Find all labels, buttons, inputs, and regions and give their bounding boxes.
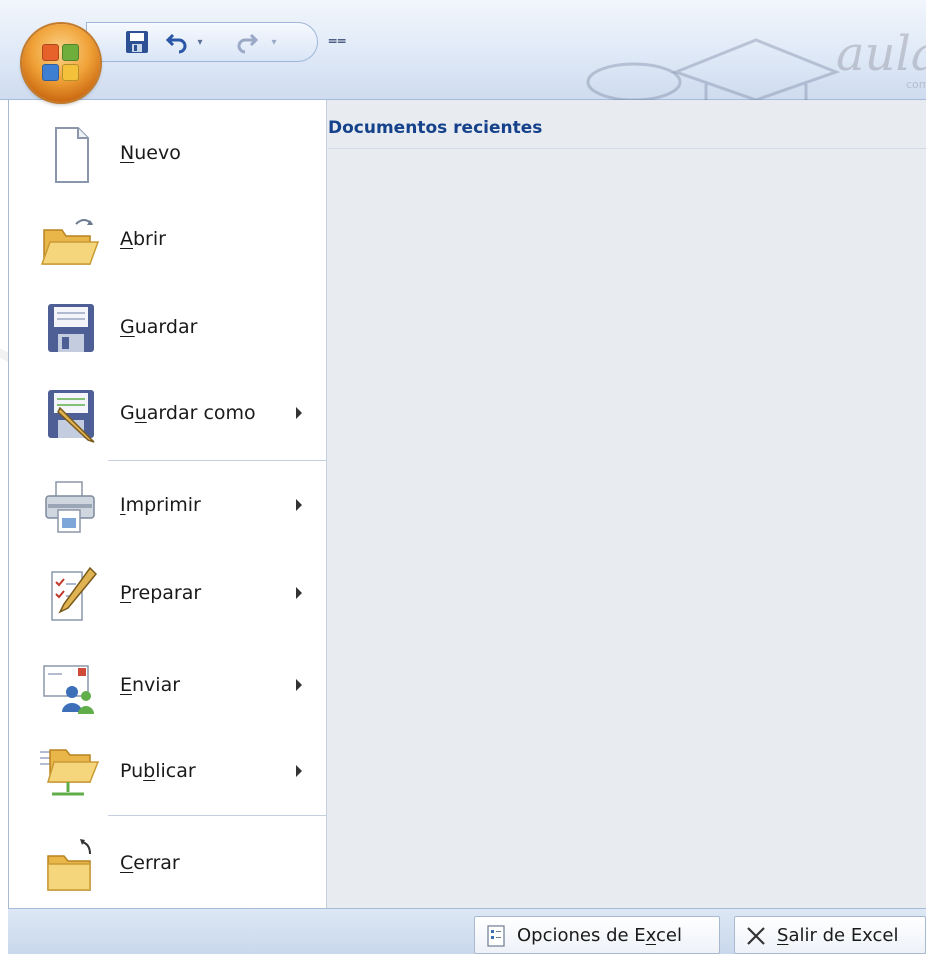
menu-item-preparar[interactable]: Preparar [8,550,326,636]
close-x-icon [747,927,765,945]
close-folder-icon [47,839,91,891]
menu-item-enviar[interactable]: Enviar [8,642,326,728]
customize-qat-button[interactable]: ⩵ [328,30,346,50]
prepare-document-icon [51,566,98,621]
menu-label-preparar: Preparar [120,582,202,604]
menu-item-guardar-como[interactable]: Guardar como [8,370,326,456]
exit-excel-button[interactable]: Salir de Excel [734,916,926,954]
redo-icon [237,33,259,54]
submenu-arrow-icon [296,765,302,777]
open-folder-icon [40,219,100,265]
send-envelope-people-icon [43,665,94,714]
undo-icon [165,33,187,54]
qat-undo-button[interactable] [162,29,192,55]
save-icon [126,31,148,53]
menu-item-abrir[interactable]: Abrir [8,196,326,282]
submenu-arrow-icon [296,407,302,419]
new-document-icon [55,127,89,183]
submenu-arrow-icon [296,499,302,511]
menu-label-imprimir: Imprimir [120,494,201,516]
excel-options-button[interactable]: Opciones de Excel [474,916,720,954]
submenu-arrow-icon [296,587,302,599]
menu-separator [108,815,326,816]
menu-item-cerrar[interactable]: Cerrar [8,820,326,906]
excel-options-label: Opciones de Excel [517,924,683,946]
menu-label-cerrar: Cerrar [120,852,180,874]
menu-item-publicar[interactable]: Publicar [8,728,326,814]
menu-separator [108,460,326,461]
menu-label-publicar: Publicar [120,760,196,782]
qat-redo-button[interactable] [232,29,262,55]
office-logo-icon [42,44,80,82]
menu-label-abrir: Abrir [120,228,166,250]
publish-folder-icon [40,749,100,796]
options-icon [487,925,505,947]
menu-item-imprimir[interactable]: Imprimir [8,462,326,548]
menu-label-guardar-como: Guardar como [120,402,256,424]
qat-save-button[interactable] [122,29,152,55]
recent-documents-title: Documentos recientes [328,118,543,138]
save-disk-icon [48,304,94,352]
undo-dropdown-arrow[interactable]: ▾ [192,29,208,55]
submenu-arrow-icon [296,679,302,691]
recent-documents-divider [328,148,926,149]
menu-item-nuevo[interactable]: Nuevo [8,110,326,196]
printer-icon [45,481,95,533]
recent-documents-list [328,150,926,906]
menu-label-enviar: Enviar [120,674,181,696]
office-button[interactable] [22,24,100,102]
menu-item-guardar[interactable]: Guardar [8,284,326,370]
menu-label-guardar: Guardar [120,316,198,338]
menu-label-nuevo: Nuevo [120,142,181,164]
save-as-icon [48,390,95,443]
exit-excel-label: Salir de Excel [777,924,899,946]
redo-dropdown-arrow[interactable]: ▾ [266,29,282,55]
